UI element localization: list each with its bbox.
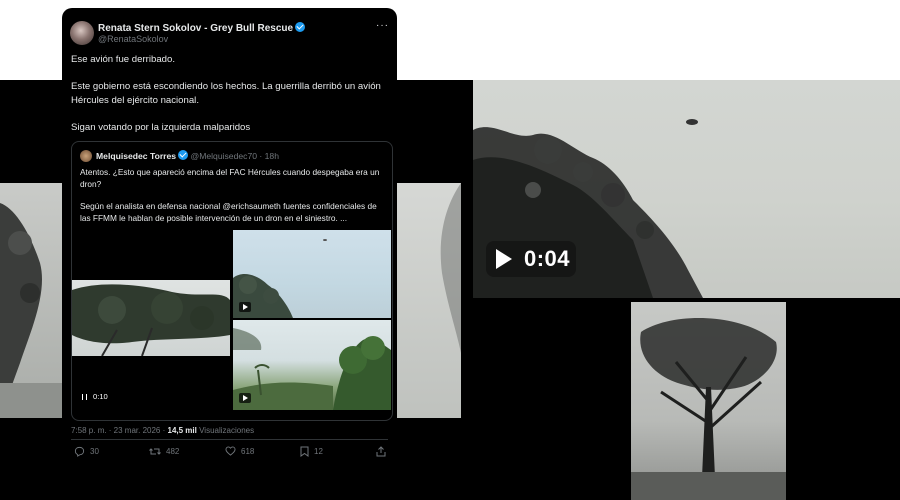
play-icon[interactable] [496, 249, 512, 269]
quoted-handle-time: @Melquisedec70 · 18h [190, 151, 279, 161]
reply-button[interactable]: 30 [74, 446, 99, 457]
quoted-text-line: Según el analista en defensa nacional @e… [80, 201, 377, 211]
action-bar: 30 482 618 12 [71, 446, 391, 460]
author-name[interactable]: Renata Stern Sokolov - Grey Bull Rescue [98, 22, 306, 34]
like-button[interactable]: 618 [225, 446, 254, 456]
bookmark-count: 12 [314, 447, 323, 456]
quoted-text-line: las FFMM le hablan de posible intervenci… [80, 213, 348, 223]
like-count: 618 [241, 446, 255, 456]
retweet-count: 482 [166, 447, 180, 456]
video-timestamp: 0:10 [93, 392, 108, 401]
quoted-video-3[interactable] [233, 320, 391, 410]
tweet-text-line: Sigan votando por la izquierda malparido… [71, 122, 251, 133]
reply-count: 30 [90, 447, 99, 456]
sky-tree-image [233, 239, 327, 318]
pause-icon[interactable] [82, 393, 87, 400]
video-frame-tree [631, 302, 786, 500]
like-icon [225, 446, 236, 456]
more-icon[interactable]: ··· [376, 20, 389, 31]
video-controls[interactable]: 0:10 [82, 392, 108, 401]
bookmark-button[interactable]: 12 [300, 446, 323, 457]
views-label: Visualizaciones [199, 426, 255, 435]
video-frame-middle [397, 183, 461, 418]
share-icon [376, 446, 386, 457]
tweet-text-line: Ese avión fue derribado. [71, 54, 175, 65]
retweet-button[interactable]: 482 [149, 446, 179, 457]
tweet-text-line: Hércules del ejército nacional. [71, 95, 199, 106]
quoted-avatar[interactable] [80, 150, 92, 162]
play-icon[interactable] [239, 302, 251, 312]
tree-image [72, 284, 230, 356]
share-button[interactable] [376, 446, 386, 457]
tweet-text-line: Este gobierno está escondiendo los hecho… [71, 81, 381, 92]
views-count: 14,5 mil [167, 426, 197, 435]
quoted-text-line: dron? [80, 179, 102, 189]
bookmark-icon [300, 446, 309, 457]
quoted-video-1[interactable] [72, 280, 230, 356]
video-duration: 0:04 [524, 246, 571, 271]
divider [71, 439, 388, 440]
quoted-author[interactable]: Melquisedec Torres @Melquisedec70 · 18h [96, 150, 279, 161]
quoted-video-2[interactable] [233, 230, 391, 318]
verified-badge-icon [178, 150, 189, 160]
verified-badge-icon [295, 22, 306, 32]
quoted-text-line: Atentos. ¿Esto que apareció encima del F… [80, 167, 380, 177]
aircraft-object [686, 119, 698, 125]
quoted-tweet[interactable]: Melquisedec Torres @Melquisedec70 · 18h … [71, 141, 393, 421]
tweet-timestamp[interactable]: 7:58 p. m. · 23 mar. 2026 · [71, 426, 165, 435]
play-icon[interactable] [239, 393, 251, 403]
landscape-image [233, 328, 391, 410]
reply-icon [74, 446, 85, 457]
video-duration-pill[interactable]: 0:04 [486, 241, 576, 277]
video-frame-left [0, 183, 62, 418]
author-handle[interactable]: @RenataSokolov [98, 34, 168, 44]
retweet-icon [149, 448, 161, 455]
avatar[interactable] [70, 21, 94, 45]
tweet-card[interactable]: Renata Stern Sokolov - Grey Bull Rescue … [62, 8, 397, 500]
tweet-meta: 7:58 p. m. · 23 mar. 2026 · 14,5 mil Vis… [71, 426, 254, 435]
video-black-area [72, 356, 230, 412]
